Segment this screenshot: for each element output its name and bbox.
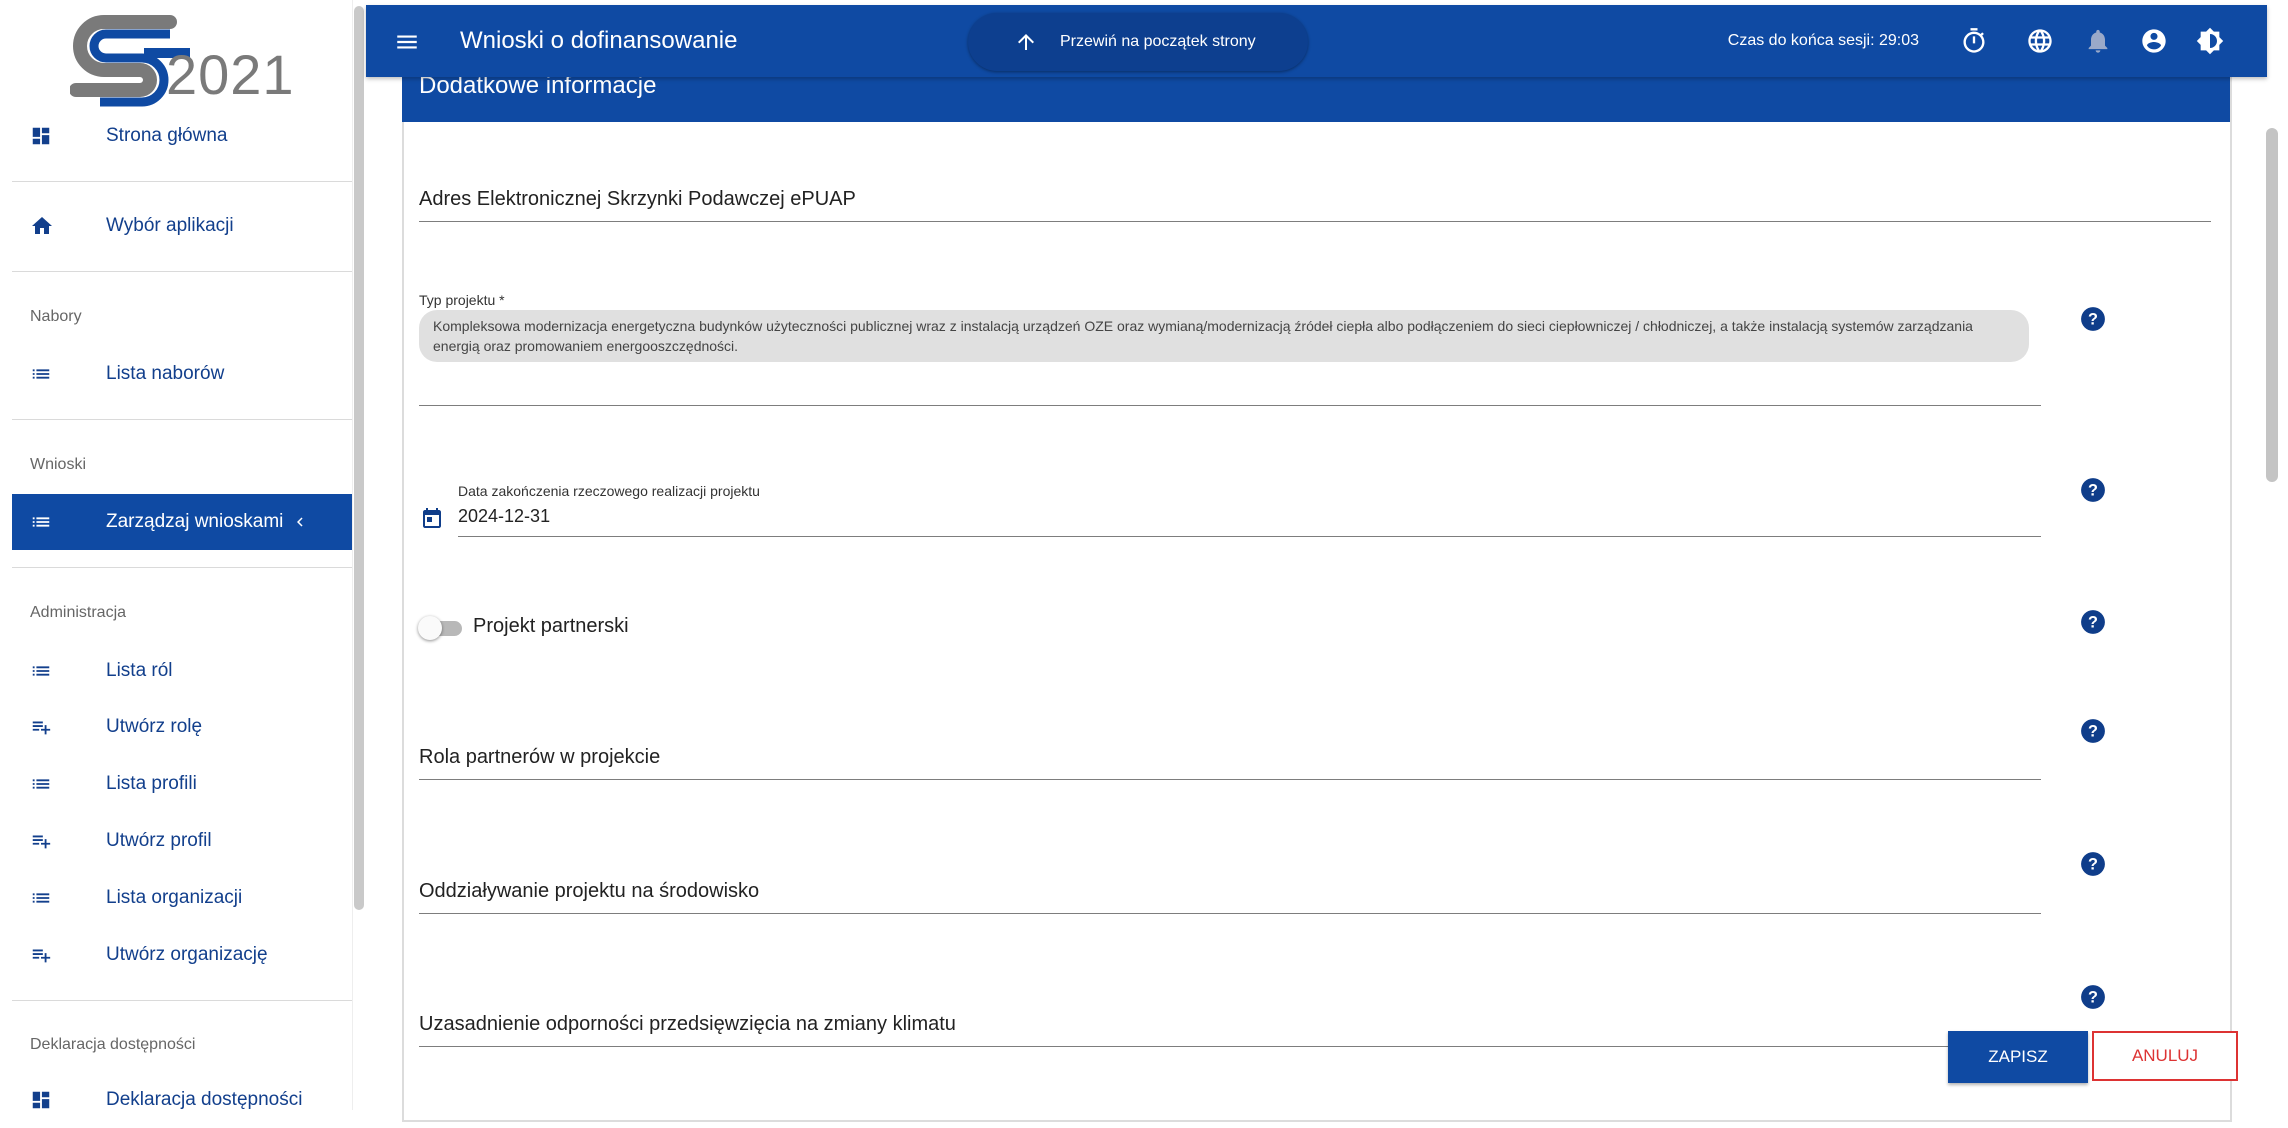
svg-text:?: ? xyxy=(2088,613,2098,631)
sidebar-item-label: Lista naborów xyxy=(106,363,225,384)
help-icon[interactable]: ? xyxy=(2080,477,2106,503)
timer-icon[interactable] xyxy=(1960,27,1988,55)
help-icon[interactable]: ? xyxy=(2080,306,2106,332)
section-heading: Administracja xyxy=(30,604,127,621)
divider xyxy=(12,1000,352,1001)
sidebar-item-profiles-list[interactable]: Lista profili xyxy=(12,756,352,812)
home-icon xyxy=(12,214,70,238)
project-type-value: Kompleksowa modernizacja energetyczna bu… xyxy=(433,318,1973,354)
section-heading: Nabory xyxy=(30,308,82,325)
divider xyxy=(12,567,352,568)
svg-text:?: ? xyxy=(2088,310,2098,328)
end-date-label: Data zakończenia rzeczowego realizacji p… xyxy=(458,483,760,499)
environment-impact-field[interactable] xyxy=(419,913,2041,914)
help-icon[interactable]: ? xyxy=(2080,984,2106,1010)
project-type-label: Typ projektu * xyxy=(419,292,505,308)
sidebar-item-roles-list[interactable]: Lista ról xyxy=(12,643,352,699)
dashboard-icon xyxy=(12,1089,70,1111)
environment-impact-label: Oddziaływanie projektu na środowisko xyxy=(419,880,760,902)
end-date-field[interactable] xyxy=(458,536,2041,537)
toggle-knob xyxy=(418,616,442,640)
main-content: Dodatkowe informacje Adres Elektroniczne… xyxy=(366,0,2267,1122)
divider xyxy=(12,181,352,182)
sidebar-item-label: Wybór aplikacji xyxy=(106,215,234,236)
sidebar-scrollbar[interactable] xyxy=(354,6,364,910)
sidebar-item-create-role[interactable]: Utwórz rolę xyxy=(12,699,352,755)
project-type-field[interactable] xyxy=(419,405,2041,406)
end-date-value[interactable]: 2024-12-31 xyxy=(458,506,550,527)
help-icon[interactable]: ? xyxy=(2080,609,2106,635)
sidebar-item-label: Utwórz rolę xyxy=(106,716,203,737)
main-scrollbar[interactable] xyxy=(2266,128,2278,482)
top-app-bar: Wnioski o dofinansowanie Przewiń na pocz… xyxy=(366,5,2267,77)
climate-resilience-field[interactable] xyxy=(419,1046,2041,1047)
page-title: Wnioski o dofinansowanie xyxy=(460,27,738,54)
calendar-icon[interactable] xyxy=(420,506,444,530)
list-icon xyxy=(12,511,70,533)
partner-role-field[interactable] xyxy=(419,779,2041,780)
dashboard-icon xyxy=(12,125,70,147)
cancel-button[interactable]: ANULUJ xyxy=(2092,1031,2238,1081)
scroll-to-top-label: Przewiń na początek strony xyxy=(1060,33,1256,50)
section-heading: Deklaracja dostępności xyxy=(30,1036,196,1053)
save-button[interactable]: ZAPISZ xyxy=(1948,1031,2088,1083)
partner-project-label: Projekt partnerski xyxy=(473,615,629,637)
sidebar-item-label: Utwórz organizację xyxy=(106,944,268,965)
session-timer: Czas do końca sesji: 29:03 xyxy=(1727,32,1919,49)
list-icon xyxy=(12,773,70,795)
sidebar: 2021 Strona główna Wybór aplikacji Nabor… xyxy=(0,0,352,1110)
logo[interactable]: 2021 xyxy=(70,12,294,107)
playlist-add-icon xyxy=(12,830,70,852)
sidebar-item-manage-applications[interactable]: Zarządzaj wnioskami xyxy=(12,494,352,550)
partner-role-label: Rola partnerów w projekcie xyxy=(419,746,661,768)
sidebar-item-home-page[interactable]: Strona główna xyxy=(12,108,352,164)
sidebar-item-label: Deklaracja dostępności xyxy=(106,1089,303,1110)
sidebar-item-label: Lista organizacji xyxy=(106,887,243,908)
sidebar-item-label: Lista profili xyxy=(106,773,197,794)
help-icon[interactable]: ? xyxy=(2080,851,2106,877)
help-icon[interactable]: ? xyxy=(2080,718,2106,744)
sidebar-item-create-organization[interactable]: Utwórz organizację xyxy=(12,927,352,983)
list-icon xyxy=(12,363,70,385)
sidebar-item-label: Strona główna xyxy=(106,125,228,146)
epuap-field-label: Adres Elektronicznej Skrzynki Podawczej … xyxy=(419,188,856,210)
playlist-add-icon xyxy=(12,716,70,738)
form-panel xyxy=(402,60,2232,1122)
list-icon xyxy=(12,660,70,682)
svg-text:?: ? xyxy=(2088,481,2098,499)
project-type-chip[interactable]: Kompleksowa modernizacja energetyczna bu… xyxy=(419,310,2029,362)
chevron-left-icon xyxy=(291,513,309,531)
sidebar-item-create-profile[interactable]: Utwórz profil xyxy=(12,813,352,869)
contrast-icon[interactable] xyxy=(2196,27,2224,55)
svg-text:?: ? xyxy=(2088,855,2098,873)
partner-project-toggle[interactable] xyxy=(418,616,466,640)
logo-year: 2021 xyxy=(166,43,295,106)
list-icon xyxy=(12,887,70,909)
sidebar-item-label: Zarządzaj wnioskami xyxy=(106,511,284,532)
sidebar-item-label: Lista ról xyxy=(106,660,173,681)
notifications-icon[interactable] xyxy=(2084,27,2112,55)
divider xyxy=(12,419,352,420)
sidebar-item-recruitment-list[interactable]: Lista naborów xyxy=(12,346,352,402)
svg-text:?: ? xyxy=(2088,722,2098,740)
sidebar-item-app-selection[interactable]: Wybór aplikacji xyxy=(12,198,352,254)
scroll-to-top-button[interactable]: Przewiń na początek strony xyxy=(968,13,1308,71)
account-icon[interactable] xyxy=(2140,27,2168,55)
arrow-up-icon xyxy=(1014,30,1038,54)
menu-icon[interactable] xyxy=(394,29,420,55)
divider xyxy=(12,271,352,272)
sidebar-item-label: Utwórz profil xyxy=(106,830,212,851)
playlist-add-icon xyxy=(12,944,70,966)
sidebar-item-accessibility-declaration[interactable]: Deklaracja dostępności xyxy=(12,1072,352,1128)
epuap-field[interactable] xyxy=(419,221,2211,222)
section-heading: Wnioski xyxy=(30,456,87,473)
climate-resilience-label: Uzasadnienie odporności przedsięwzięcia … xyxy=(419,1013,956,1035)
svg-text:?: ? xyxy=(2088,988,2098,1006)
language-icon[interactable] xyxy=(2026,27,2054,55)
sidebar-item-organizations-list[interactable]: Lista organizacji xyxy=(12,870,352,926)
